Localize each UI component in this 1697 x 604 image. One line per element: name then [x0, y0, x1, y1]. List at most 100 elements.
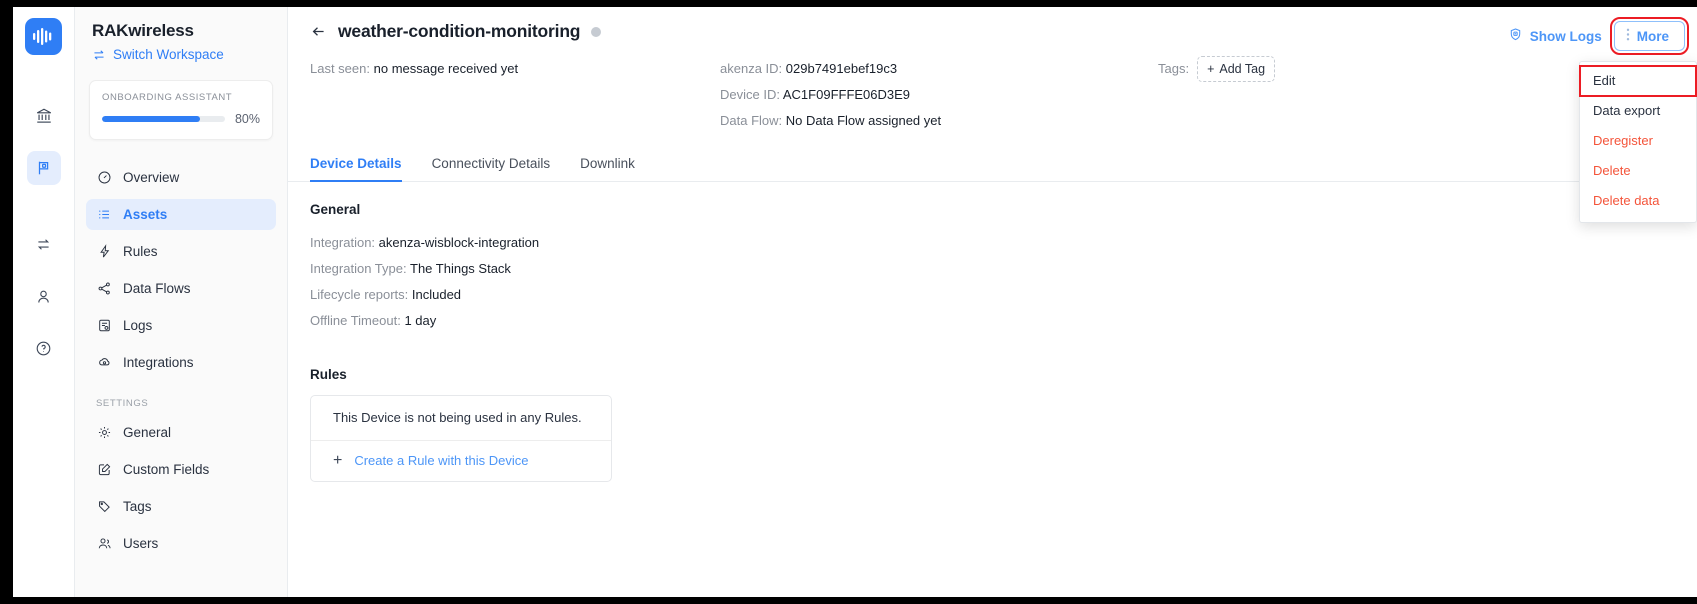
akenza-id-label: akenza ID: [720, 61, 783, 76]
switch-workspace-button[interactable]: Switch Workspace [75, 41, 287, 62]
general-row-integration-type: Integration Type: The Things Stack [310, 256, 1697, 282]
device-tabs: Device Details Connectivity Details Down… [288, 144, 1697, 182]
sidebar-item-label: Tags [123, 499, 152, 514]
create-rule-button[interactable]: + Create a Rule with this Device [311, 441, 611, 481]
cloud-icon [96, 355, 112, 371]
onboarding-assistant-card[interactable]: ONBOARDING ASSISTANT 80% [89, 80, 273, 140]
sidebar-item-integrations[interactable]: Integrations [86, 347, 276, 378]
sidebar-nav: Overview Assets Rules Data Flows Logs In… [75, 162, 287, 559]
menu-item-label: Data export [1593, 103, 1661, 118]
sidebar-item-label: Logs [123, 318, 153, 333]
log-icon [96, 318, 112, 334]
data-flow-value: No Data Flow assigned yet [785, 113, 942, 128]
last-seen-row: Last seen: no message received yet [310, 56, 720, 82]
onboarding-progress-fill [102, 116, 201, 122]
add-tag-label: Add Tag [1219, 62, 1266, 76]
sidebar-item-custom-fields[interactable]: Custom Fields [86, 454, 276, 485]
more-button[interactable]: More [1609, 17, 1690, 55]
device-id-value: AC1F09FFFE06D3E9 [782, 87, 911, 102]
general-row-value: Included [411, 287, 462, 302]
list-icon [96, 207, 112, 223]
main-content: weather-condition-monitoring Last seen: … [288, 7, 1697, 597]
data-flow-label: Data Flow: [720, 113, 783, 128]
general-row-value: The Things Stack [410, 261, 511, 276]
add-tag-button[interactable]: + Add Tag [1197, 56, 1276, 82]
tab-connectivity-details[interactable]: Connectivity Details [432, 156, 551, 182]
sidebar-section-settings: SETTINGS [96, 398, 149, 409]
sidebar-item-data-flows[interactable]: Data Flows [86, 273, 276, 304]
show-logs-label: Show Logs [1529, 28, 1602, 44]
device-id-label: Device ID: [720, 87, 780, 102]
sidebar-item-label: Integrations [123, 355, 194, 370]
akenza-logo[interactable] [25, 18, 62, 55]
share-icon [96, 281, 112, 297]
edit-square-icon [96, 462, 112, 478]
sidebar-item-rules[interactable]: Rules [86, 236, 276, 267]
tab-device-details[interactable]: Device Details [310, 156, 402, 182]
menu-item-label: Edit [1593, 73, 1616, 88]
meta-column-middle: akenza ID: 029b7491ebef19c3 Device ID: A… [720, 56, 1140, 134]
sidebar-item-overview[interactable]: Overview [86, 162, 276, 193]
menu-item-delete[interactable]: Delete [1580, 156, 1696, 186]
rail-item-account[interactable] [27, 279, 61, 313]
tag-icon [96, 499, 112, 515]
device-header: weather-condition-monitoring Last seen: … [288, 7, 1697, 223]
general-section-title: General [310, 202, 361, 217]
swap-icon [94, 49, 104, 60]
rail-item-transfer[interactable] [27, 227, 61, 261]
onboarding-progress-row: 80% [102, 112, 260, 126]
rules-card: This Device is not being used in any Rul… [310, 395, 612, 482]
bank-icon [36, 108, 51, 123]
bolt-icon [96, 244, 112, 260]
sidebar-item-label: Overview [123, 170, 180, 185]
onboarding-progress-track [102, 116, 225, 122]
akenza-id-value: 029b7491ebef19c3 [785, 61, 898, 76]
status-badge [591, 26, 602, 37]
sidebar-item-label: Custom Fields [123, 462, 210, 477]
flag-icon [38, 161, 48, 175]
title-row: weather-condition-monitoring [288, 21, 1697, 42]
switch-workspace-label: Switch Workspace [113, 47, 224, 62]
workspace-name: RAKwireless [92, 21, 194, 40]
sidebar-item-label: Rules [123, 244, 158, 259]
tab-downlink[interactable]: Downlink [580, 156, 635, 182]
general-row-integration: Integration: akenza-wisblock-integration [310, 230, 1697, 256]
page-title: weather-condition-monitoring [338, 21, 581, 41]
general-row-key: Lifecycle reports: [310, 287, 409, 302]
icon-rail [13, 7, 75, 597]
rail-item-help[interactable] [27, 331, 61, 365]
more-dropdown-menu: Edit Data export Deregister Delete Delet [1579, 61, 1697, 223]
sidebar-item-users[interactable]: Users [86, 528, 276, 559]
sidebar-item-tags[interactable]: Tags [86, 491, 276, 522]
show-logs-button[interactable]: Show Logs [1508, 27, 1602, 45]
rail-item-workspaces[interactable] [26, 151, 61, 185]
sidebar-item-assets[interactable]: Assets [86, 199, 276, 230]
general-row-key: Integration: [310, 235, 376, 250]
menu-item-data-export[interactable]: Data export [1580, 96, 1696, 126]
general-row-key: Offline Timeout: [310, 313, 401, 328]
plus-icon: + [333, 452, 343, 469]
menu-item-label: Delete [1593, 163, 1631, 178]
sidebar-item-label: Assets [123, 207, 168, 222]
plus-icon: + [1207, 62, 1215, 76]
menu-item-delete-data[interactable]: Delete data [1580, 186, 1696, 216]
sidebar: RAKwireless Switch Workspace ONBOARDING … [75, 7, 288, 597]
tab-label: Connectivity Details [431, 156, 551, 171]
shield-logs-icon [1508, 27, 1523, 45]
sidebar-item-label: Data Flows [123, 281, 191, 296]
arrow-left-icon[interactable] [310, 23, 327, 40]
rail-item-organization[interactable] [27, 99, 61, 133]
menu-item-edit[interactable]: Edit [1579, 65, 1697, 97]
sidebar-item-logs[interactable]: Logs [86, 310, 276, 341]
menu-item-label: Deregister [1593, 133, 1653, 148]
app-window: RAKwireless Switch Workspace ONBOARDING … [13, 7, 1697, 597]
users-icon [96, 536, 112, 552]
create-rule-label: Create a Rule with this Device [354, 453, 529, 468]
device-meta: Last seen: no message received yet akenz… [288, 42, 1697, 134]
gear-icon [96, 425, 112, 441]
last-seen-label: Last seen: [310, 61, 370, 76]
rules-empty-text: This Device is not being used in any Rul… [311, 396, 611, 441]
menu-item-deregister[interactable]: Deregister [1580, 126, 1696, 156]
sidebar-item-general[interactable]: General [86, 417, 276, 448]
data-flow-row: Data Flow: No Data Flow assigned yet [720, 108, 1140, 134]
